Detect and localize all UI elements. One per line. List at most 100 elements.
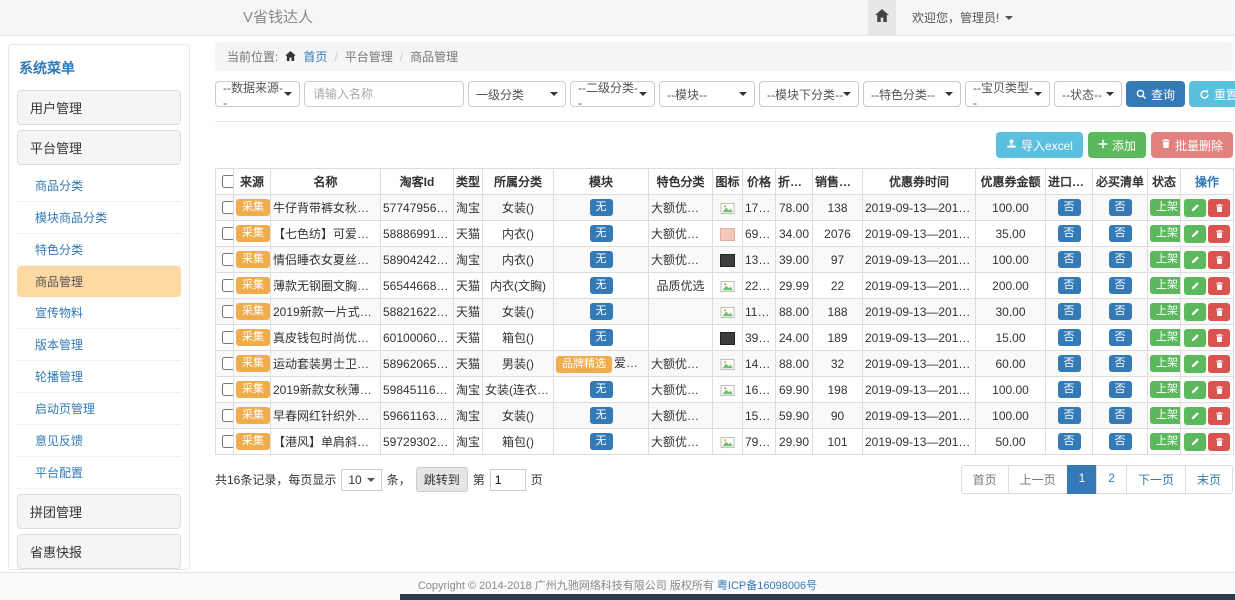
- status-badge[interactable]: 上架: [1150, 277, 1181, 294]
- edit-button[interactable]: [1184, 381, 1206, 399]
- batch-delete-button[interactable]: 批量删除: [1151, 132, 1233, 158]
- search-button[interactable]: 查询: [1126, 81, 1185, 107]
- edit-button[interactable]: [1184, 251, 1206, 269]
- delete-button[interactable]: [1208, 225, 1230, 243]
- breadcrumb-item[interactable]: 商品管理: [410, 48, 458, 65]
- sidebar-item-商品分类[interactable]: 商品分类: [17, 170, 181, 202]
- edit-button[interactable]: [1184, 303, 1206, 321]
- sidebar-item-版本管理[interactable]: 版本管理: [17, 329, 181, 361]
- page-button-2[interactable]: 2: [1096, 465, 1127, 494]
- row-checkbox[interactable]: [222, 305, 234, 318]
- per-page-select[interactable]: 10: [341, 469, 381, 491]
- sidebar-item-宣传物料[interactable]: 宣传物料: [17, 297, 181, 329]
- sidebar-item-特色分类[interactable]: 特色分类: [17, 234, 181, 266]
- name-search-input[interactable]: [304, 81, 464, 107]
- status-badge[interactable]: 上架: [1150, 225, 1181, 242]
- sidebar-item-轮播管理[interactable]: 轮播管理: [17, 361, 181, 393]
- import-optional-toggle[interactable]: 否: [1058, 355, 1081, 372]
- delete-button[interactable]: [1208, 251, 1230, 269]
- delete-button[interactable]: [1208, 199, 1230, 217]
- sidebar-item-商品管理[interactable]: 商品管理: [17, 266, 181, 297]
- delete-button[interactable]: [1208, 433, 1230, 451]
- must-buy-toggle[interactable]: 否: [1109, 251, 1132, 268]
- must-buy-toggle[interactable]: 否: [1109, 433, 1132, 450]
- status-badge[interactable]: 上架: [1150, 329, 1181, 346]
- edit-button[interactable]: [1184, 433, 1206, 451]
- jump-page-input[interactable]: [490, 469, 526, 491]
- row-checkbox[interactable]: [222, 331, 234, 344]
- page-button-上一页[interactable]: 上一页: [1008, 465, 1068, 494]
- delete-button[interactable]: [1208, 303, 1230, 321]
- sidebar-item-平台配置[interactable]: 平台配置: [17, 457, 181, 489]
- edit-button[interactable]: [1184, 355, 1206, 373]
- must-buy-toggle[interactable]: 否: [1109, 329, 1132, 346]
- import-optional-toggle[interactable]: 否: [1058, 199, 1081, 216]
- must-buy-toggle[interactable]: 否: [1109, 407, 1132, 424]
- sidebar-item-用户管理[interactable]: 用户管理: [17, 90, 181, 125]
- add-button[interactable]: 添加: [1088, 132, 1146, 158]
- row-checkbox[interactable]: [222, 253, 234, 266]
- page-button-首页[interactable]: 首页: [961, 465, 1009, 494]
- import-optional-toggle[interactable]: 否: [1058, 303, 1081, 320]
- filter-select-2[interactable]: 一级分类: [468, 81, 566, 107]
- sidebar-item-平台管理[interactable]: 平台管理: [17, 130, 181, 165]
- status-badge[interactable]: 上架: [1150, 251, 1181, 268]
- page-button-末页[interactable]: 末页: [1185, 465, 1233, 494]
- filter-select-0[interactable]: --数据来源--: [215, 81, 300, 107]
- row-checkbox[interactable]: [222, 435, 234, 448]
- must-buy-toggle[interactable]: 否: [1109, 225, 1132, 242]
- home-button[interactable]: [868, 0, 896, 35]
- import-optional-toggle[interactable]: 否: [1058, 329, 1081, 346]
- must-buy-toggle[interactable]: 否: [1109, 277, 1132, 294]
- status-badge[interactable]: 上架: [1150, 303, 1181, 320]
- status-badge[interactable]: 上架: [1150, 433, 1181, 450]
- edit-button[interactable]: [1184, 277, 1206, 295]
- sidebar-item-意见反馈[interactable]: 意见反馈: [17, 425, 181, 457]
- must-buy-toggle[interactable]: 否: [1109, 381, 1132, 398]
- status-badge[interactable]: 上架: [1150, 199, 1181, 216]
- delete-button[interactable]: [1208, 381, 1230, 399]
- edit-button[interactable]: [1184, 329, 1206, 347]
- user-menu[interactable]: 欢迎您，管理员!: [912, 9, 1013, 26]
- sidebar-item-拼团管理[interactable]: 拼团管理: [17, 494, 181, 529]
- row-checkbox[interactable]: [222, 201, 234, 214]
- delete-button[interactable]: [1208, 277, 1230, 295]
- row-checkbox[interactable]: [222, 383, 234, 396]
- import-optional-toggle[interactable]: 否: [1058, 433, 1081, 450]
- row-checkbox[interactable]: [222, 357, 234, 370]
- page-button-下一页[interactable]: 下一页: [1126, 465, 1186, 494]
- breadcrumb-home-link[interactable]: 首页: [303, 48, 327, 65]
- must-buy-toggle[interactable]: 否: [1109, 199, 1132, 216]
- sidebar-item-模块商品分类[interactable]: 模块商品分类: [17, 202, 181, 234]
- reset-button[interactable]: 重置: [1189, 81, 1235, 107]
- import-optional-toggle[interactable]: 否: [1058, 277, 1081, 294]
- row-checkbox[interactable]: [222, 227, 234, 240]
- import-optional-toggle[interactable]: 否: [1058, 225, 1081, 242]
- jump-button[interactable]: 跳转到: [416, 467, 468, 492]
- delete-button[interactable]: [1208, 329, 1230, 347]
- delete-button[interactable]: [1208, 407, 1230, 425]
- row-checkbox[interactable]: [222, 409, 234, 422]
- page-button-1[interactable]: 1: [1067, 465, 1098, 494]
- delete-button[interactable]: [1208, 355, 1230, 373]
- must-buy-toggle[interactable]: 否: [1109, 303, 1132, 320]
- import-excel-button[interactable]: 导入excel: [996, 132, 1083, 158]
- sidebar-item-启动页管理[interactable]: 启动页管理: [17, 393, 181, 425]
- filter-select-4[interactable]: --模块--: [659, 81, 755, 107]
- status-badge[interactable]: 上架: [1150, 407, 1181, 424]
- filter-select-5[interactable]: --模块下分类--: [759, 81, 859, 107]
- import-optional-toggle[interactable]: 否: [1058, 251, 1081, 268]
- import-optional-toggle[interactable]: 否: [1058, 381, 1081, 398]
- edit-button[interactable]: [1184, 225, 1206, 243]
- must-buy-toggle[interactable]: 否: [1109, 355, 1132, 372]
- filter-select-3[interactable]: --二级分类--: [570, 81, 655, 107]
- select-all-checkbox[interactable]: [222, 175, 234, 188]
- edit-button[interactable]: [1184, 407, 1206, 425]
- breadcrumb-item[interactable]: 平台管理: [345, 48, 393, 65]
- edit-button[interactable]: [1184, 199, 1206, 217]
- filter-select-7[interactable]: --宝贝类型--: [965, 81, 1050, 107]
- import-optional-toggle[interactable]: 否: [1058, 407, 1081, 424]
- icp-link[interactable]: 粤ICP备16098006号: [717, 580, 817, 592]
- row-checkbox[interactable]: [222, 279, 234, 292]
- status-badge[interactable]: 上架: [1150, 381, 1181, 398]
